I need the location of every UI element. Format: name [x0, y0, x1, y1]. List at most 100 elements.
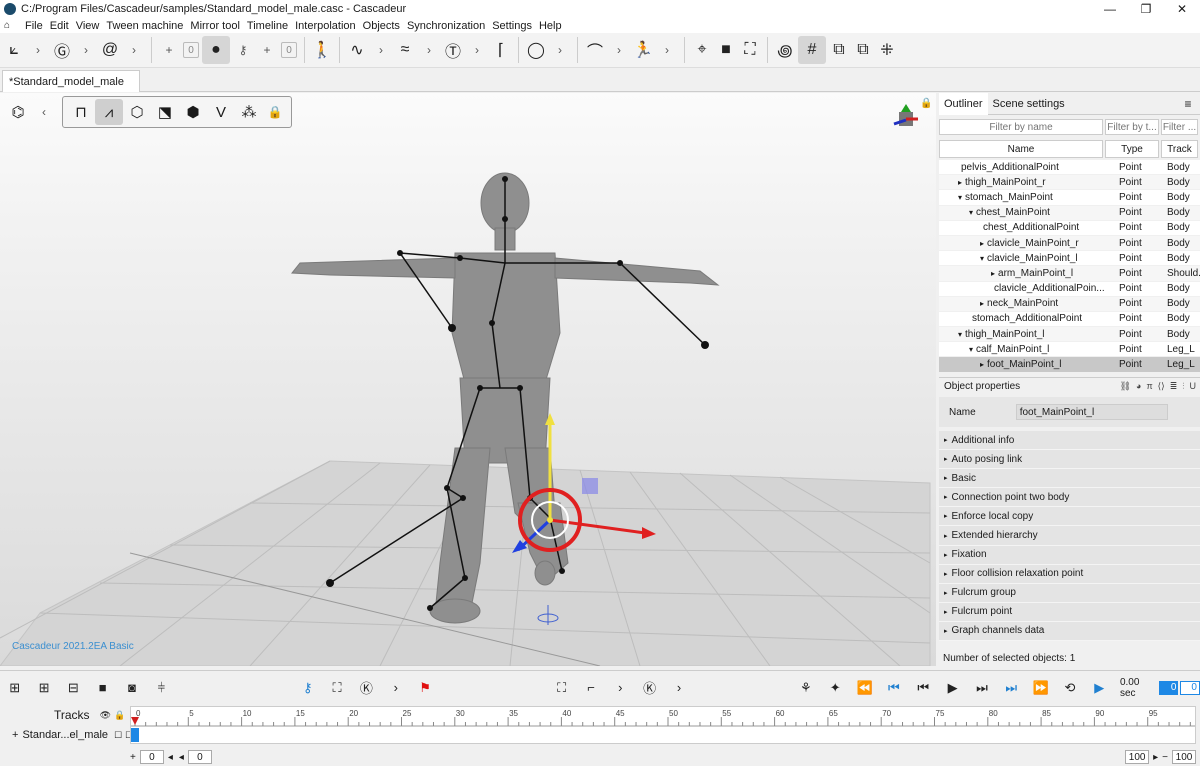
property-section[interactable]: ▸ Fulcrum group — [939, 583, 1200, 603]
code-icon[interactable]: ⟨⟩ — [1158, 381, 1165, 392]
expand-icon[interactable]: › — [418, 36, 440, 64]
loop-icon[interactable]: ◯ — [525, 36, 547, 64]
right-counter[interactable]: 0 — [281, 42, 297, 58]
menu-objects[interactable]: Objects — [363, 20, 400, 32]
tree-toggle-icon[interactable]: ▸ — [958, 178, 962, 187]
collapse-icon[interactable]: ‹ — [33, 98, 55, 126]
pin-tool-icon[interactable]: ✦ — [823, 675, 848, 701]
filter-track-input[interactable] — [1161, 119, 1198, 135]
interval-icon[interactable]: ⛶ — [549, 675, 574, 701]
menu-settings[interactable]: Settings — [492, 20, 532, 32]
tree-toggle-icon[interactable]: ▸ — [980, 299, 984, 308]
zoom-plus-icon[interactable]: + — [130, 752, 136, 763]
paste-layers-icon[interactable]: ⧉ — [852, 36, 874, 64]
menu-help[interactable]: Help — [539, 20, 562, 32]
outliner-row[interactable]: ▸arm_MainPoint_l Point Should... — [939, 266, 1200, 282]
property-section[interactable]: ▸ Graph channels data — [939, 621, 1200, 642]
close-window-button[interactable]: ✕ — [1164, 0, 1200, 18]
gizmo-lock-icon[interactable]: 🔒 — [920, 98, 932, 109]
tree-toggle-icon[interactable]: ▾ — [980, 254, 984, 263]
frame-select-icon[interactable]: ⛶ — [324, 675, 349, 701]
expand-icon[interactable]: › — [549, 36, 571, 64]
maximize-button[interactable]: ❐ — [1128, 0, 1164, 18]
ik-icon[interactable]: Ⓚ — [354, 675, 379, 701]
frame-mode-icon[interactable]: ⊓ — [67, 99, 95, 125]
timeline-ruler[interactable]: 0 5 10 15 20 25 30 35 40 45 50 55 60 65 70 75 80 85 90 95 — [130, 706, 1196, 727]
filter-type-input[interactable] — [1105, 119, 1159, 135]
add-track-icon[interactable]: ⊞ — [2, 675, 27, 701]
step-left-icon[interactable]: ◂ — [179, 752, 184, 763]
outliner-row[interactable]: ▾ thigh_MainPoint_l Point Body — [939, 327, 1200, 343]
expand-icon[interactable]: › — [75, 36, 97, 64]
menu-interpolation[interactable]: Interpolation — [295, 20, 356, 32]
split-icon[interactable]: ⫩ — [149, 675, 174, 701]
expand-icon[interactable]: › — [27, 36, 49, 64]
tab-scene-settings[interactable]: Scene settings — [988, 93, 1070, 115]
mesh-edit-icon[interactable]: ⬔ — [151, 99, 179, 125]
spiral-icon[interactable]: @ — [99, 36, 121, 64]
track-row[interactable]: + Standar...el_male ☐ ☐ — [0, 726, 133, 744]
play-icon[interactable]: ▶ — [940, 675, 965, 701]
outliner-row[interactable]: ▾ clavicle_MainPoint_l Point Body — [939, 251, 1200, 267]
outliner-row[interactable]: ▸ neck_MainPoint Point Body — [939, 296, 1200, 312]
expand-icon[interactable]: › — [466, 36, 488, 64]
add-node-icon[interactable]: ⁜ — [876, 36, 898, 64]
outliner-row[interactable]: pelvis_AdditionalPoint Point Body — [939, 160, 1200, 176]
outliner-row[interactable]: ▾ chest_MainPoint Point Body — [939, 205, 1200, 221]
go-to-end-icon[interactable]: ⏩ — [1028, 675, 1053, 701]
cube-wire-icon[interactable]: ⬡ — [123, 99, 151, 125]
step-right-icon[interactable]: ▸ — [1153, 752, 1158, 763]
outliner-row[interactable]: ▸ clavicle_MainPoint_r Point Body — [939, 235, 1200, 252]
joints-mode-icon[interactable]: ⩘ — [95, 99, 123, 125]
camera-add-icon[interactable]: ◙ — [119, 675, 144, 701]
outliner-row[interactable]: clavicle_AdditionalPoin... Point Body — [939, 282, 1200, 297]
tab-outliner[interactable]: Outliner — [939, 92, 988, 115]
list-icon[interactable]: ≣ — [1170, 381, 1178, 392]
ik-fk-icon[interactable]: Ⓚ — [637, 675, 662, 701]
menu-synchronization[interactable]: Synchronization — [407, 20, 485, 32]
pin-icon[interactable]: ⫶ — [1182, 381, 1184, 392]
run-figure-icon[interactable]: 🏃 — [632, 36, 654, 64]
lock-icon[interactable]: 🔒 — [264, 98, 286, 126]
property-section[interactable]: ▸ Fixation — [939, 545, 1200, 565]
menu-timeline[interactable]: Timeline — [247, 20, 288, 32]
track-visible-checkbox[interactable]: ☐ — [114, 730, 122, 741]
black-rect-icon[interactable]: ■ — [90, 675, 115, 701]
home-icon[interactable]: ⌂ — [4, 20, 18, 31]
end-frame-box[interactable]: 100 — [1125, 750, 1150, 764]
track-lane[interactable] — [130, 726, 1196, 744]
swirl-icon[interactable]: ꩜ — [774, 36, 796, 64]
property-section[interactable]: ▸ Enforce local copy — [939, 507, 1200, 527]
remove-layer-icon[interactable]: ⊟ — [61, 675, 86, 701]
expand-icon[interactable]: › — [608, 36, 630, 64]
key-tool-icon[interactable]: ⚷ — [295, 675, 320, 701]
add-layer-icon[interactable]: ⊞ — [31, 675, 56, 701]
lock-icon[interactable]: 🔒 — [114, 710, 125, 721]
outliner-row[interactable]: ▸ foot_MainPoint_l Point Leg_L — [939, 357, 1200, 373]
cube-solid-icon[interactable]: ⬢ — [179, 99, 207, 125]
target-icon[interactable]: ⌖ — [691, 36, 713, 64]
link-icon[interactable]: ⛓ — [1120, 381, 1131, 392]
outliner-row[interactable]: stomach_AdditionalPoint Point Body — [939, 312, 1200, 328]
grid-icon[interactable]: # — [798, 36, 826, 64]
copy-layers-icon[interactable]: ⧉ — [828, 36, 850, 64]
arc-icon[interactable]: ⌒ — [584, 36, 606, 64]
gravity-icon[interactable]: Ⓖ — [51, 36, 73, 64]
select-mode-icon[interactable]: ⌬ — [4, 99, 32, 125]
axis-icon[interactable]: ⟀ — [3, 36, 25, 64]
outliner-row[interactable]: ▸ thigh_MainPoint_r Point Body — [939, 175, 1200, 191]
play-options-icon[interactable]: ▶ — [1087, 675, 1112, 701]
property-section[interactable]: ▸ Fulcrum point — [939, 602, 1200, 622]
loop-toggle-icon[interactable]: ⟲ — [1057, 675, 1082, 701]
start-frame-field[interactable]: 0 — [139, 750, 164, 764]
filter-name-input[interactable] — [939, 119, 1103, 135]
property-section[interactable]: ▸ Floor collision relaxation point — [939, 564, 1200, 584]
camera-icon[interactable]: ■ — [715, 36, 737, 64]
expand-icon[interactable]: › — [608, 675, 633, 701]
last-key-icon[interactable]: ⏭ — [999, 675, 1024, 701]
record-button[interactable]: ● — [202, 36, 230, 64]
next-key-icon[interactable]: ⏭ — [969, 675, 994, 701]
end-frame-field[interactable]: 0 — [1180, 680, 1200, 695]
plus-icon[interactable]: + — [158, 36, 180, 64]
first-key-icon[interactable]: ⏮ — [881, 675, 906, 701]
